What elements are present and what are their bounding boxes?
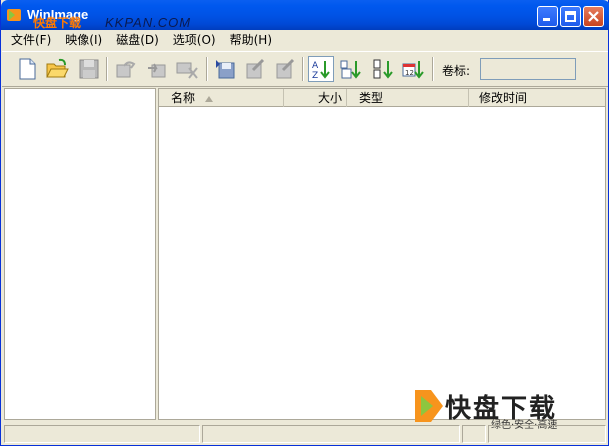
column-name-label: 名称 — [171, 91, 196, 105]
volume-label-text: 卷标: — [442, 64, 471, 78]
toolbar: AZ 12 卷标: — [2, 51, 608, 87]
inject-button[interactable] — [144, 56, 170, 82]
open-button[interactable] — [44, 56, 70, 82]
minimize-button[interactable] — [537, 6, 558, 27]
toolbar-separator — [206, 57, 208, 81]
kuaipan-logo-icon — [415, 390, 443, 422]
close-button[interactable] — [583, 6, 604, 27]
extract-button[interactable] — [112, 56, 138, 82]
extract-icon — [116, 61, 136, 78]
menu-bar: 文件(F) 映像(I) 磁盘(D) 选项(O) 帮助(H) — [2, 30, 608, 50]
status-pane-left — [4, 425, 200, 443]
minimize-icon — [543, 18, 550, 21]
close-icon — [588, 11, 599, 22]
delete-icon — [176, 62, 198, 79]
write-disk-button[interactable] — [212, 56, 238, 82]
delete-button[interactable] — [174, 56, 200, 82]
open-folder-icon — [46, 58, 69, 78]
maximize-icon — [565, 11, 576, 22]
toolbar-separator — [302, 57, 304, 81]
column-header-size[interactable]: 大小 — [284, 89, 347, 107]
title-bar[interactable]: WinImage 快盘下载 KKPAN.COM — [1, 0, 609, 30]
folder-tree-pane[interactable] — [4, 88, 156, 420]
toolbar-separator — [432, 57, 434, 81]
watermark-url-text: KKPAN.COM — [105, 15, 192, 30]
app-window: WinImage 快盘下载 KKPAN.COM 文件(F) 映像(I) 磁盘(D… — [0, 0, 609, 446]
column-header-name[interactable]: 名称 — [159, 89, 284, 107]
sort-date-icon: 12 — [402, 61, 424, 79]
check-disk-icon — [246, 58, 265, 79]
status-bar — [2, 423, 608, 444]
column-type-label: 类型 — [359, 91, 384, 105]
watermark-cn-text: 快盘下载 — [33, 16, 82, 30]
winimage-app-icon — [7, 9, 21, 21]
inject-icon — [148, 63, 166, 78]
maximize-button[interactable] — [560, 6, 581, 27]
save-disk-icon — [79, 59, 99, 79]
status-pane-right — [488, 425, 606, 443]
menu-options[interactable]: 选项(O) — [166, 30, 223, 50]
column-size-label: 大小 — [317, 91, 342, 105]
column-header-type[interactable]: 类型 — [347, 89, 469, 107]
column-modified-label: 修改时间 — [479, 91, 528, 105]
sort-by-date-button[interactable]: 12 — [400, 56, 426, 82]
menu-help[interactable]: 帮助(H) — [223, 30, 279, 50]
format-disk-button[interactable] — [272, 56, 298, 82]
column-header-modified[interactable]: 修改时间 — [469, 89, 605, 107]
file-list-header: 名称 大小 类型 修改时间 — [159, 89, 605, 107]
toolbar-separator — [106, 57, 108, 81]
volume-label-input[interactable] — [480, 58, 576, 80]
sort-by-type-button[interactable] — [370, 56, 396, 82]
sort-size-icon — [340, 60, 361, 79]
menu-disk[interactable]: 磁盘(D) — [109, 30, 166, 50]
sort-type-icon — [373, 59, 393, 79]
format-disk-icon — [276, 58, 295, 79]
svg-text:A: A — [312, 61, 319, 71]
new-file-button[interactable] — [14, 56, 40, 82]
file-list-pane[interactable]: 名称 大小 类型 修改时间 快盘下载 绿色·安全·高速 — [158, 88, 606, 431]
menu-image[interactable]: 映像(I) — [58, 30, 109, 50]
save-button[interactable] — [76, 56, 102, 82]
svg-text:Z: Z — [312, 71, 318, 80]
menu-file[interactable]: 文件(F) — [4, 30, 58, 50]
sort-by-size-button[interactable] — [338, 56, 364, 82]
sort-ascending-icon — [205, 96, 213, 102]
sort-az-icon: AZ — [312, 61, 330, 80]
status-pane-small — [462, 425, 486, 443]
check-disk-button[interactable] — [242, 56, 268, 82]
svg-text:12: 12 — [405, 69, 414, 77]
status-pane-middle — [202, 425, 460, 443]
new-file-icon — [19, 58, 36, 80]
write-floppy-icon — [216, 60, 235, 79]
sort-by-name-button[interactable]: AZ — [308, 56, 334, 82]
